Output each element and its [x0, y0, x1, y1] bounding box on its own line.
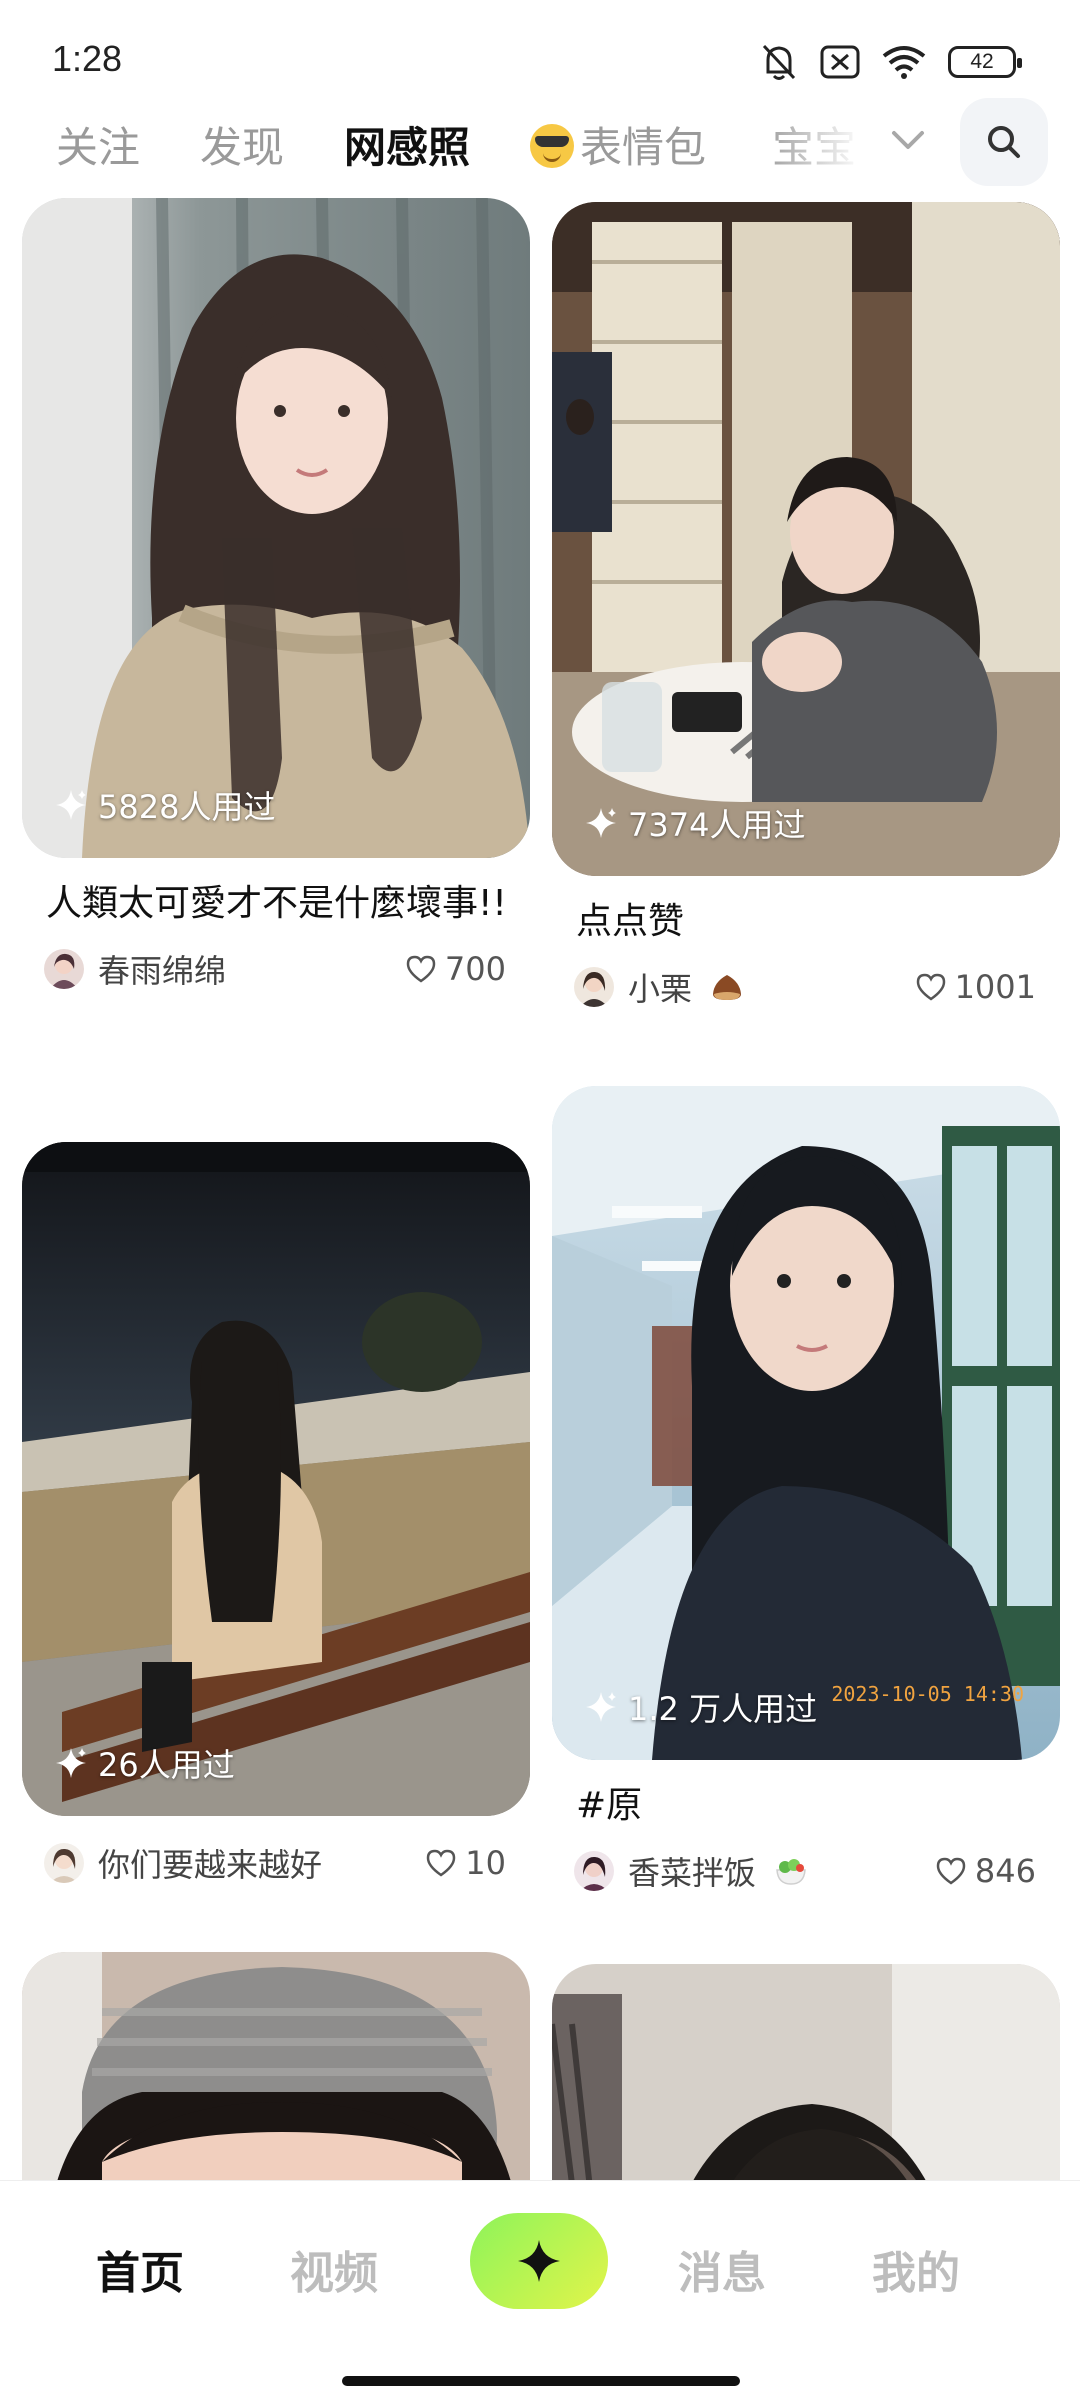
usage-count-text: 5828人用过 — [98, 788, 276, 826]
card-meta: 香菜拌饭 846 — [552, 1848, 1060, 1894]
wifi-icon — [882, 46, 926, 79]
search-icon — [988, 126, 1020, 158]
usage-count-text: 7374人用过 — [628, 806, 806, 844]
author-name: 你们要越来越好 — [98, 1846, 323, 1884]
avatar — [574, 1851, 614, 1891]
like-button[interactable]: 700 — [405, 950, 506, 988]
avatar — [44, 1843, 84, 1883]
selfie-photo-image — [22, 198, 530, 858]
author-name: 小栗 — [628, 970, 693, 1008]
nav-profile[interactable]: 我的 — [872, 2237, 960, 2301]
nav-video[interactable]: 视频 — [290, 2237, 378, 2301]
card-meta: 春雨绵绵 700 — [22, 946, 530, 992]
tab-stickers[interactable]: 表情包 — [530, 114, 706, 175]
chestnut-icon — [713, 975, 742, 1000]
search-button[interactable] — [960, 98, 1048, 186]
chevron-down-icon[interactable] — [890, 128, 926, 152]
card-title[interactable]: #原 — [552, 1778, 1060, 1834]
heart-icon — [916, 973, 945, 1001]
card-photo[interactable]: 26人用过 — [22, 1142, 530, 1816]
restaurant-photo-image — [552, 202, 1060, 876]
like-count: 700 — [444, 950, 506, 988]
author[interactable]: 你们要越来越好 — [44, 1840, 322, 1886]
tab-following[interactable]: 关注 — [56, 114, 140, 175]
avatar — [44, 949, 84, 989]
feed-card[interactable]: 26人用过 你们要越来越好 10 — [22, 1142, 530, 1886]
author[interactable]: 小栗 — [574, 964, 744, 1010]
author[interactable]: 香菜拌饭 — [574, 1848, 808, 1894]
sparkle-icon — [586, 1692, 616, 1722]
tab-trendy-photos[interactable]: 网感照 — [340, 114, 475, 175]
status-bar: 1:28 42 — [0, 0, 1080, 100]
sparkle-icon — [518, 2240, 560, 2282]
card-photo[interactable]: 7374人用过 — [552, 202, 1060, 876]
heart-icon — [427, 1849, 456, 1877]
card-photo[interactable]: 5828人用过 — [22, 198, 530, 858]
tab-discover[interactable]: 发现 — [200, 114, 284, 175]
tab-stickers-label: 表情包 — [580, 123, 707, 172]
bottom-nav: 首页 视频 消息 我的 — [0, 2180, 1080, 2400]
sim-blocked-icon — [820, 45, 860, 79]
sparkle-icon — [586, 808, 616, 838]
card-meta: 小栗 1001 — [552, 964, 1060, 1010]
status-time: 1:28 — [52, 38, 123, 79]
like-count: 10 — [465, 1844, 506, 1882]
card-photo[interactable]: 2023-10-05 14:30 1.2 万人用过 — [552, 1086, 1060, 1760]
status-icons: 42 — [760, 40, 1022, 84]
salad-icon — [776, 1859, 806, 1885]
like-button[interactable]: 1001 — [915, 968, 1036, 1006]
usage-count: 7374人用过 — [584, 800, 805, 846]
heart-icon — [936, 1857, 966, 1885]
sparkle-icon — [56, 1748, 86, 1778]
photo-timestamp: 2023-10-05 14:30 — [831, 1682, 1024, 1706]
like-button[interactable]: 10 — [425, 1844, 506, 1882]
feed-card[interactable]: 7374人用过 点点赞 小栗 1001 — [552, 202, 1060, 1010]
avatar — [574, 967, 614, 1007]
heart-icon — [406, 955, 436, 983]
sunglasses-emoji-icon — [530, 124, 574, 168]
sparkle-icon — [56, 790, 86, 820]
usage-count-text: 1.2 万人用过 — [628, 1690, 818, 1728]
author-name: 春雨绵绵 — [98, 952, 227, 990]
hallway-photo-image — [552, 1086, 1060, 1760]
tabs-fade-overlay — [760, 100, 890, 200]
author-name: 香菜拌饭 — [628, 1854, 757, 1892]
card-title[interactable]: 点点赞 — [552, 894, 1060, 950]
usage-count: 26人用过 — [54, 1740, 235, 1786]
feed-card[interactable]: 2023-10-05 14:30 1.2 万人用过 #原 香菜拌饭 846 — [552, 1086, 1060, 1894]
battery-indicator: 42 — [948, 46, 1022, 78]
bell-muted-icon — [762, 44, 796, 80]
tab-trendy-photos-label: 网感照 — [344, 123, 471, 172]
usage-count: 1.2 万人用过 — [584, 1684, 817, 1730]
usage-count-text: 26人用过 — [98, 1746, 235, 1784]
usage-count: 5828人用过 — [54, 782, 275, 828]
feed-card[interactable]: 5828人用过 人類太可愛才不是什麼壞事!! 春雨绵绵 700 — [22, 198, 530, 992]
nav-messages[interactable]: 消息 — [678, 2237, 766, 2301]
nav-home[interactable]: 首页 — [96, 2237, 184, 2301]
like-button[interactable]: 846 — [935, 1852, 1036, 1890]
home-indicator[interactable] — [342, 2376, 740, 2386]
author[interactable]: 春雨绵绵 — [44, 946, 226, 992]
riverside-bench-photo-image — [22, 1142, 530, 1816]
card-title[interactable]: 人類太可愛才不是什麼壞事!! — [22, 876, 530, 932]
card-meta: 你们要越来越好 10 — [22, 1840, 530, 1886]
create-button[interactable] — [470, 2213, 608, 2309]
like-count: 1001 — [954, 968, 1036, 1006]
like-count: 846 — [974, 1852, 1036, 1890]
